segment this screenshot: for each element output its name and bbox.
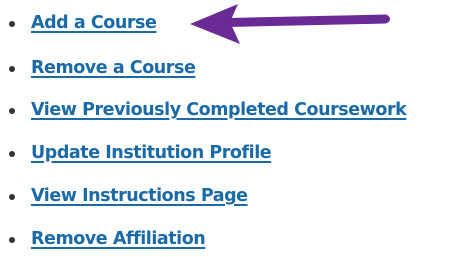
- remove-course-link[interactable]: Remove a Course: [31, 54, 196, 82]
- bullet-icon: [9, 151, 15, 157]
- update-institution-profile-link[interactable]: Update Institution Profile: [31, 139, 272, 167]
- bullet-icon: [9, 194, 15, 200]
- bullet-icon: [9, 108, 15, 114]
- remove-affiliation-link[interactable]: Remove Affiliation: [31, 225, 206, 253]
- annotation-arrow-icon: [190, 4, 390, 44]
- view-completed-coursework-link[interactable]: View Previously Completed Coursework: [31, 96, 407, 124]
- bullet-icon: [9, 21, 15, 27]
- bullet-icon: [9, 66, 15, 72]
- view-instructions-page-link[interactable]: View Instructions Page: [31, 182, 248, 210]
- add-course-link[interactable]: Add a Course: [31, 9, 157, 37]
- bullet-icon: [9, 237, 15, 243]
